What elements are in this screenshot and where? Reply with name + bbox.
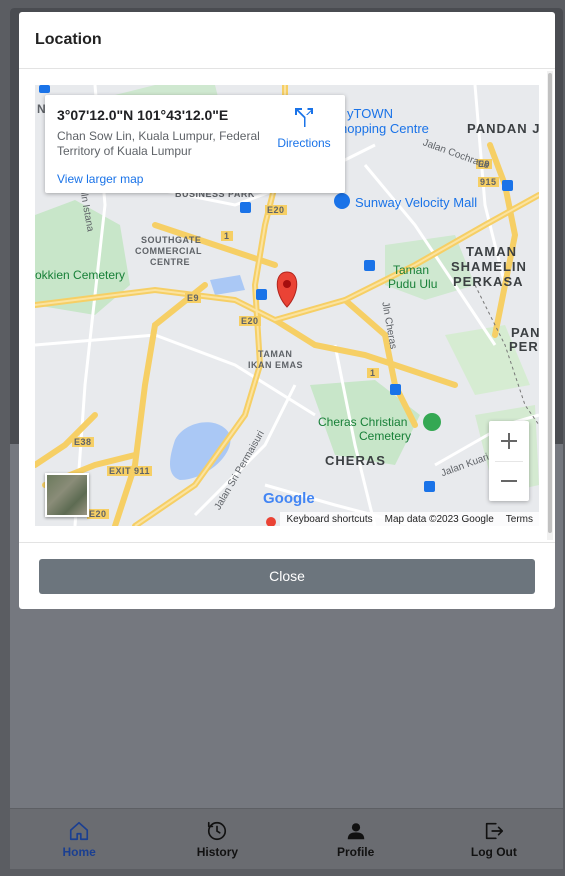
map-label-mytown: hopping Centre — [340, 121, 429, 136]
road-shield-e20: E20 — [87, 509, 109, 519]
map-label-pan: PAN — [511, 325, 539, 340]
location-modal: Location E20 E20 E20 E9 E9 1 1 E38 EXIT … — [19, 12, 555, 609]
road-shield-e38: E38 — [72, 437, 94, 447]
zoom-out-button[interactable] — [489, 461, 529, 501]
zoom-controls — [489, 421, 529, 501]
road-shield-e9: E9 — [185, 293, 202, 303]
road-shield-1: 1 — [367, 368, 379, 378]
nav-item-profile[interactable]: Profile — [287, 809, 425, 869]
satellite-toggle[interactable] — [45, 473, 89, 517]
logout-icon — [485, 822, 503, 839]
road-shield-1: 1 — [221, 231, 233, 241]
directions-button[interactable]: Directions — [273, 105, 335, 150]
map-label-southgate: SOUTHGATE — [141, 235, 202, 245]
modal-title: Location — [35, 31, 102, 48]
map-data-text: Map data ©2023 Google — [384, 513, 494, 525]
map-label-mytown: yTOWN — [347, 106, 393, 121]
history-icon — [208, 821, 227, 840]
nav-item-history[interactable]: History — [148, 809, 286, 869]
map-label-sunway-velocity: Sunway Velocity Mall — [355, 195, 478, 210]
nav-label-profile: Profile — [336, 844, 375, 859]
address-text: Chan Sow Lin, Kuala Lumpur, Federal Terr… — [57, 129, 260, 158]
map-label-pandan: PANDAN J — [467, 121, 539, 136]
plus-icon — [501, 433, 517, 449]
nav-item-logout[interactable]: Log Out — [425, 809, 563, 869]
coordinates-text: 3°07'12.0"N 101°43'12.0"E — [57, 107, 229, 123]
profile-icon — [347, 822, 364, 839]
directions-label: Directions — [277, 136, 331, 150]
map-label-taman-ikan-emas: TAMAN — [258, 349, 293, 359]
modal-header: Location — [19, 12, 555, 69]
nav-item-home[interactable]: Home — [10, 809, 148, 869]
map-label-cheras-christian-cemetery: Cemetery — [359, 429, 412, 443]
map-label-cheras: CHERAS — [325, 453, 386, 468]
zoom-in-button[interactable] — [489, 421, 529, 461]
terms-link[interactable]: Terms — [506, 514, 533, 525]
directions-icon — [295, 108, 313, 127]
road-shield-915: 915 — [478, 177, 499, 187]
map-label-per: PER — [509, 339, 539, 354]
map-label-taman-shamelin: PERKASA — [453, 274, 524, 289]
scrollbar-thumb[interactable] — [548, 73, 552, 533]
road-shield-e20: E20 — [239, 316, 261, 326]
road-shield-exit-911: EXIT 911 — [107, 466, 153, 476]
map-label-hokkien-cemetery: okkien Cemetery — [35, 268, 126, 282]
view-larger-map-link[interactable]: View larger map — [57, 172, 143, 186]
close-button[interactable]: Close — [39, 558, 535, 594]
minus-icon — [501, 480, 517, 482]
google-logo-text: Google — [263, 490, 315, 507]
location-info-card: 3°07'12.0"N 101°43'12.0"E Chan Sow Lin, … — [45, 95, 345, 193]
map-label-taman-pudu: Taman — [393, 263, 430, 277]
map-label-taman-shamelin: TAMAN — [466, 244, 517, 259]
nav-label-logout: Log Out — [470, 844, 517, 859]
map-label-cheras-christian-cemetery: Cheras Christian — [318, 415, 408, 429]
nav-label-history: History — [196, 844, 239, 859]
home-icon — [70, 821, 89, 840]
modal-footer: Close — [19, 543, 555, 609]
zoom-divider — [495, 461, 523, 462]
map-label-taman-ikan-emas: IKAN EMAS — [248, 360, 304, 370]
map-attribution: Keyboard shortcuts Map data ©2023 Google… — [280, 512, 539, 526]
keyboard-shortcuts-link[interactable]: Keyboard shortcuts — [286, 514, 372, 525]
modal-body: E20 E20 E20 E9 E9 1 1 E38 EXIT 911 915 N… — [19, 69, 555, 543]
nav-label-home: Home — [62, 844, 96, 859]
bottom-navigation: Home History Profile Log Out — [10, 808, 563, 869]
map-label-southgate: COMMERCIAL — [135, 246, 202, 256]
map-view[interactable]: E20 E20 E20 E9 E9 1 1 E38 EXIT 911 915 N… — [35, 85, 539, 526]
map-label-taman-shamelin: SHAMELIN — [451, 259, 527, 274]
road-shield-e20: E20 — [265, 205, 287, 215]
map-label-taman-pudu: Pudu Ulu — [388, 277, 438, 291]
map-label-southgate: CENTRE — [150, 257, 191, 267]
google-logo: Google — [263, 490, 315, 507]
